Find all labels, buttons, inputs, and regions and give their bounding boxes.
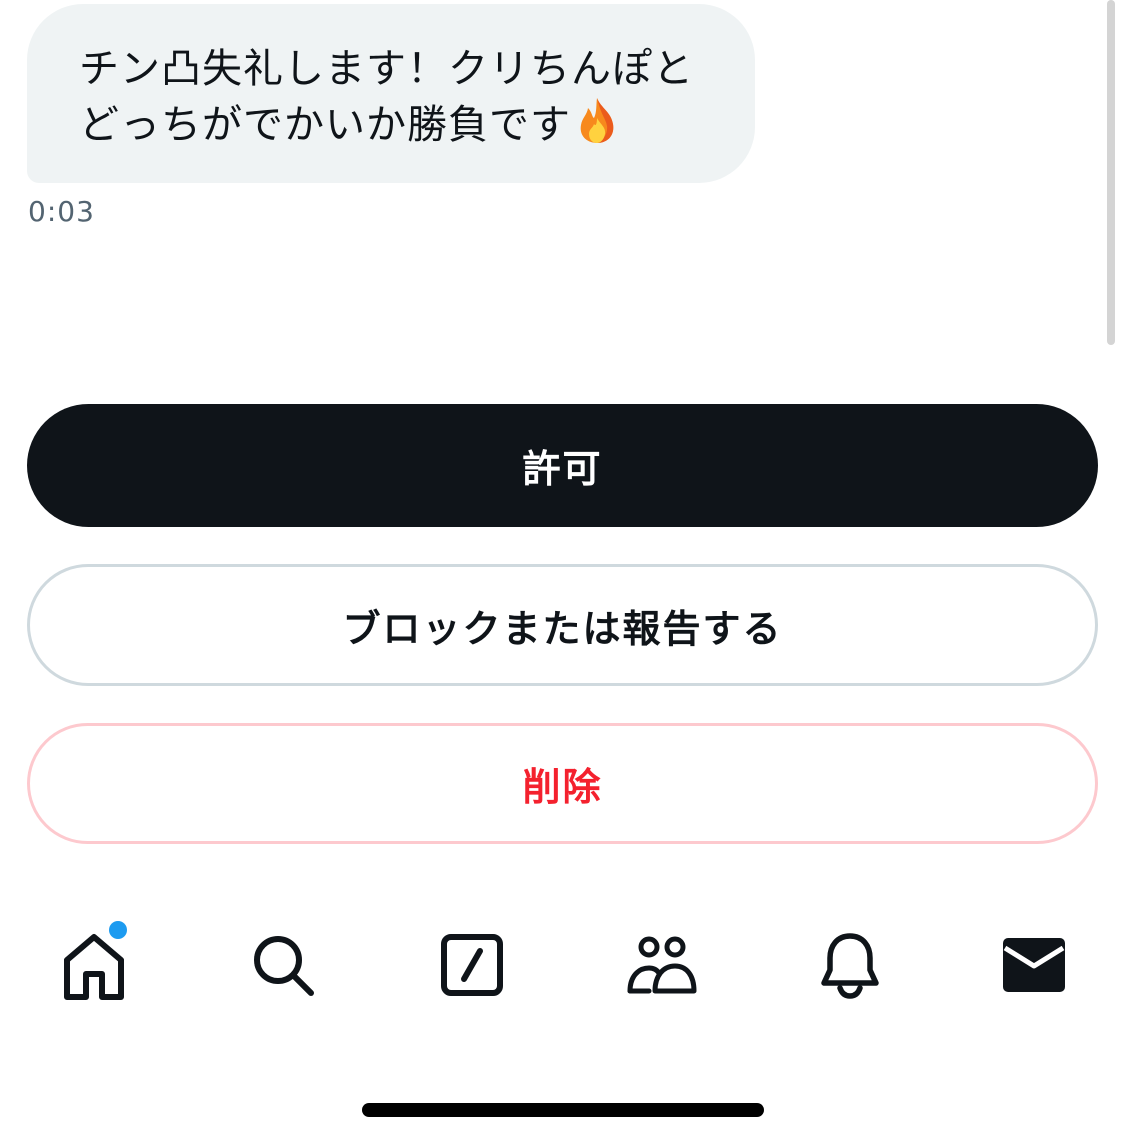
notifications-icon bbox=[821, 933, 879, 999]
block-or-report-button-label: ブロックまたは報告する bbox=[342, 606, 783, 651]
tab-messages[interactable] bbox=[994, 925, 1074, 1005]
scrollbar[interactable] bbox=[1107, 0, 1115, 345]
delete-button-label: 削除 bbox=[522, 765, 603, 809]
message-bubble: チン凸失礼します！クリちんぽと どっちがでかいか勝負です bbox=[27, 4, 755, 183]
message-text: チン凸失礼します！クリちんぽと どっちがでかいか勝負です bbox=[79, 42, 715, 158]
delete-button[interactable]: 削除 bbox=[27, 723, 1098, 844]
message-timestamp: 0:03 bbox=[28, 195, 95, 228]
search-icon bbox=[254, 936, 314, 996]
home-unread-dot bbox=[109, 921, 127, 939]
tab-notifications[interactable] bbox=[810, 925, 890, 1005]
allow-button[interactable]: 許可 bbox=[27, 404, 1098, 527]
tab-search[interactable] bbox=[243, 925, 323, 1005]
bottom-tab-bar bbox=[0, 925, 1125, 1015]
fire-emoji-icon bbox=[575, 96, 619, 158]
communities-icon bbox=[627, 936, 697, 994]
compose-icon bbox=[441, 934, 503, 996]
allow-button-label: 許可 bbox=[522, 447, 603, 491]
home-icon bbox=[64, 934, 124, 1000]
home-indicator[interactable] bbox=[362, 1103, 764, 1117]
messages-icon bbox=[1003, 938, 1065, 992]
tab-communities[interactable] bbox=[621, 925, 701, 1005]
tab-compose[interactable] bbox=[432, 925, 512, 1005]
block-or-report-button[interactable]: ブロックまたは報告する bbox=[27, 564, 1098, 686]
